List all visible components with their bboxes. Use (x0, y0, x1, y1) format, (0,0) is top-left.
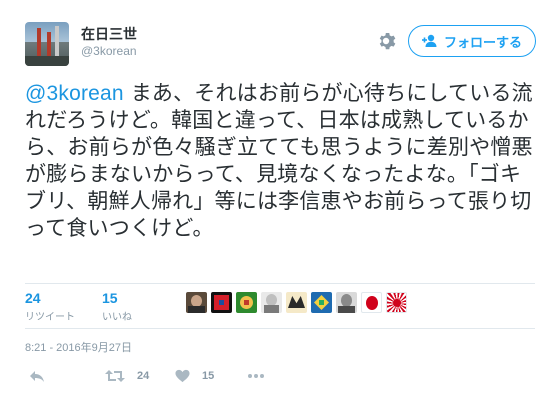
like-count: 15 (202, 370, 215, 382)
like-stat-label: いいね (102, 312, 132, 323)
liker-avatar-7[interactable] (336, 292, 357, 313)
retweet-stat-count: 24 (25, 290, 41, 306)
reply-icon (30, 371, 44, 382)
divider (25, 328, 535, 329)
follow-label: フォローする (443, 35, 522, 51)
retweet-icon (105, 370, 125, 382)
retweet-stat-label: リツイート (25, 312, 75, 323)
user-handle[interactable]: @3korean (81, 44, 137, 58)
more-button[interactable] (247, 367, 265, 385)
display-name[interactable]: 在日三世 (81, 24, 137, 44)
divider (25, 283, 535, 284)
liker-avatar-2[interactable] (211, 292, 232, 313)
more-icon (248, 374, 264, 378)
liker-avatar-3[interactable] (236, 292, 257, 313)
liker-avatar-4[interactable] (261, 292, 282, 313)
retweet-count: 24 (137, 370, 150, 382)
liker-avatar-9[interactable] (386, 292, 407, 313)
mention-link[interactable]: @3korean (25, 82, 124, 105)
like-stat[interactable]: 15 いいね (102, 290, 132, 323)
liker-avatar-5[interactable] (286, 292, 307, 313)
liker-avatar-8[interactable] (361, 292, 382, 313)
liker-avatars (186, 292, 407, 316)
gear-icon[interactable] (375, 30, 397, 52)
retweet-button[interactable]: 24 (105, 367, 149, 385)
user-avatar[interactable] (25, 22, 69, 66)
tweet-timestamp[interactable]: 8:21 - 2016年9月27日 (25, 339, 132, 355)
tweet-text: @3korean まあ、それはお前らが心待ちにしている流れだろうけど。韓国と違っ… (25, 80, 535, 242)
reply-button[interactable] (29, 367, 45, 385)
like-button[interactable]: 15 (175, 367, 214, 385)
heart-icon (175, 369, 190, 383)
add-user-icon (421, 34, 437, 47)
liker-avatar-6[interactable] (311, 292, 332, 313)
follow-button[interactable]: フォローする (408, 25, 536, 57)
liker-avatar-1[interactable] (186, 292, 207, 313)
retweet-stat[interactable]: 24 リツイート (25, 290, 75, 323)
like-stat-count: 15 (102, 290, 118, 306)
tweet-header: 在日三世 @3korean フォローする (25, 22, 536, 66)
